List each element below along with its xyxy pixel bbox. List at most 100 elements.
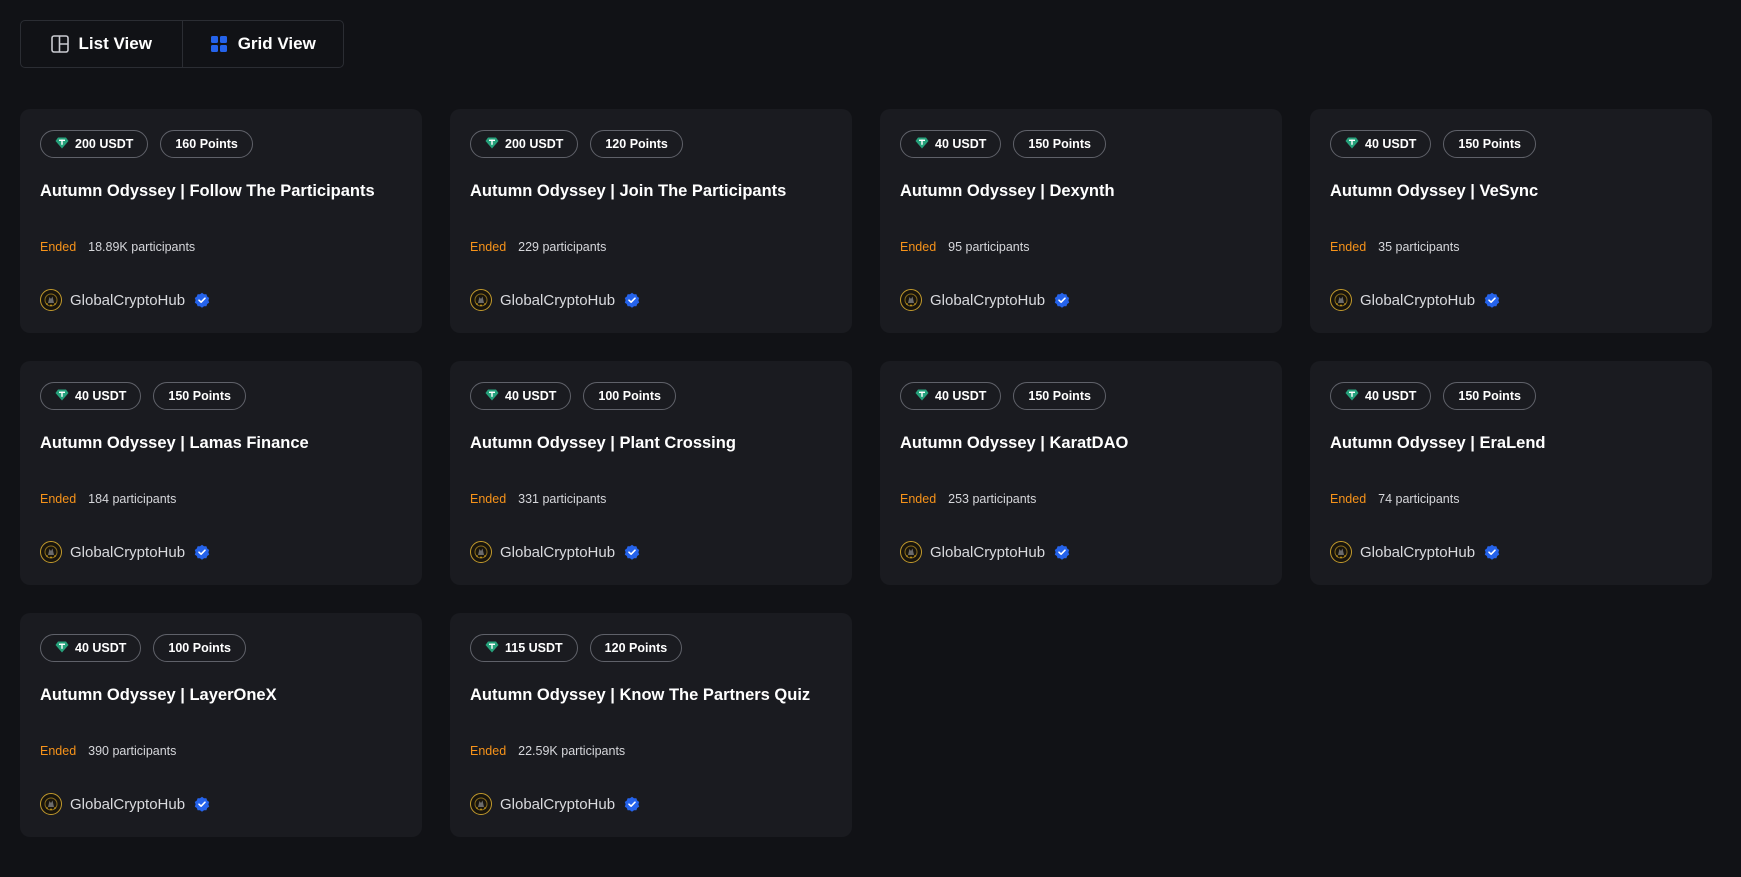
campaign-card[interactable]: 40 USDT 150 Points Autumn Odyssey | Lama… — [20, 361, 422, 585]
verified-badge-icon — [623, 544, 640, 560]
campaign-card[interactable]: 40 USDT 150 Points Autumn Odyssey | Dexy… — [880, 109, 1282, 333]
campaign-card[interactable]: 40 USDT 100 Points Autumn Odyssey | Plan… — [450, 361, 852, 585]
reward-badge: 200 USDT — [40, 130, 149, 158]
org-name: GlobalCryptoHub — [930, 543, 1046, 561]
campaign-title: Autumn Odyssey | Join The Participants — [470, 182, 787, 200]
org-name: GlobalCryptoHub — [930, 291, 1046, 309]
campaign-card[interactable]: 40 USDT 150 Points Autumn Odyssey | EraL… — [1310, 361, 1712, 585]
org-avatar — [470, 289, 492, 311]
campaign-grid: 200 USDT 160 Points Autumn Odyssey | Fol… — [20, 109, 1714, 837]
campaign-title: Autumn Odyssey | Plant Crossing — [470, 434, 736, 452]
org-name: GlobalCryptoHub — [1360, 291, 1476, 309]
list-view-button[interactable]: List View — [21, 21, 182, 67]
campaign-meta: Ended 331 participants — [470, 492, 606, 506]
card-badges: 40 USDT 150 Points — [900, 382, 1262, 410]
card-badges: 40 USDT 100 Points — [40, 634, 402, 662]
points-badge: 120 Points — [590, 130, 683, 158]
reward-amount: 40 USDT — [505, 389, 557, 403]
usdt-icon — [1345, 137, 1359, 152]
grid-view-button[interactable]: Grid View — [181, 21, 344, 67]
status-label: Ended — [470, 744, 507, 758]
usdt-icon — [55, 641, 69, 656]
points-badge: 150 Points — [1013, 382, 1106, 410]
campaign-title: Autumn Odyssey | Follow The Participants — [40, 182, 375, 200]
organizer[interactable]: GlobalCryptoHub — [900, 541, 1070, 563]
organizer[interactable]: GlobalCryptoHub — [40, 793, 210, 815]
campaign-meta: Ended 22.59K participants — [470, 744, 625, 758]
campaign-card[interactable]: 200 USDT 160 Points Autumn Odyssey | Fol… — [20, 109, 422, 333]
org-name: GlobalCryptoHub — [500, 543, 616, 561]
status-label: Ended — [470, 240, 507, 254]
participant-count: 253 participants — [948, 492, 1037, 506]
verified-badge-icon — [193, 292, 210, 308]
card-badges: 40 USDT 150 Points — [40, 382, 402, 410]
reward-badge: 200 USDT — [470, 130, 579, 158]
campaign-title: Autumn Odyssey | Dexynth — [900, 182, 1115, 200]
campaign-title: Autumn Odyssey | KaratDAO — [900, 434, 1129, 452]
verified-badge-icon — [1053, 544, 1070, 560]
organizer[interactable]: GlobalCryptoHub — [470, 289, 640, 311]
participant-count: 95 participants — [948, 240, 1030, 254]
reward-badge: 40 USDT — [1330, 382, 1432, 410]
org-avatar — [900, 289, 922, 311]
reward-badge: 40 USDT — [900, 130, 1002, 158]
org-name: GlobalCryptoHub — [70, 291, 186, 309]
campaign-title: Autumn Odyssey | VeSync — [1330, 182, 1539, 200]
reward-amount: 40 USDT — [935, 137, 987, 151]
campaign-title: Autumn Odyssey | LayerOneX — [40, 686, 277, 704]
card-badges: 40 USDT 100 Points — [470, 382, 832, 410]
org-avatar — [40, 541, 62, 563]
organizer[interactable]: GlobalCryptoHub — [1330, 289, 1500, 311]
organizer[interactable]: GlobalCryptoHub — [470, 541, 640, 563]
status-label: Ended — [470, 492, 507, 506]
organizer[interactable]: GlobalCryptoHub — [900, 289, 1070, 311]
status-label: Ended — [1330, 240, 1367, 254]
verified-badge-icon — [1483, 544, 1500, 560]
org-avatar — [40, 289, 62, 311]
organizer[interactable]: GlobalCryptoHub — [1330, 541, 1500, 563]
usdt-icon — [915, 389, 929, 404]
campaign-card[interactable]: 40 USDT 100 Points Autumn Odyssey | Laye… — [20, 613, 422, 837]
reward-badge: 40 USDT — [40, 382, 142, 410]
status-label: Ended — [900, 492, 937, 506]
reward-amount: 200 USDT — [75, 137, 134, 151]
org-avatar — [470, 793, 492, 815]
organizer[interactable]: GlobalCryptoHub — [40, 289, 210, 311]
org-name: GlobalCryptoHub — [500, 291, 616, 309]
campaign-title: Autumn Odyssey | Know The Partners Quiz — [470, 686, 811, 704]
org-name: GlobalCryptoHub — [70, 543, 186, 561]
verified-badge-icon — [1053, 292, 1070, 308]
participant-count: 229 participants — [518, 240, 607, 254]
campaign-card[interactable]: 40 USDT 150 Points Autumn Odyssey | VeSy… — [1310, 109, 1712, 333]
participant-count: 18.89K participants — [88, 240, 196, 254]
reward-badge: 40 USDT — [1330, 130, 1432, 158]
org-avatar — [40, 793, 62, 815]
usdt-icon — [55, 137, 69, 152]
participant-count: 331 participants — [518, 492, 607, 506]
campaign-title: Autumn Odyssey | EraLend — [1330, 434, 1546, 452]
org-avatar — [900, 541, 922, 563]
campaign-card[interactable]: 200 USDT 120 Points Autumn Odyssey | Joi… — [450, 109, 852, 333]
organizer[interactable]: GlobalCryptoHub — [40, 541, 210, 563]
points-badge: 100 Points — [583, 382, 676, 410]
status-label: Ended — [40, 492, 77, 506]
card-badges: 200 USDT 120 Points — [470, 130, 832, 158]
verified-badge-icon — [193, 544, 210, 560]
participant-count: 35 participants — [1378, 240, 1460, 254]
campaign-card[interactable]: 115 USDT 120 Points Autumn Odyssey | Kno… — [450, 613, 852, 837]
card-badges: 200 USDT 160 Points — [40, 130, 402, 158]
org-avatar — [1330, 541, 1352, 563]
reward-amount: 40 USDT — [1365, 389, 1417, 403]
reward-amount: 200 USDT — [505, 137, 564, 151]
campaign-card[interactable]: 40 USDT 150 Points Autumn Odyssey | Kara… — [880, 361, 1282, 585]
participant-count: 390 participants — [88, 744, 177, 758]
reward-badge: 115 USDT — [470, 634, 578, 662]
usdt-icon — [485, 137, 499, 152]
reward-badge: 40 USDT — [900, 382, 1002, 410]
list-view-icon — [50, 35, 69, 53]
verified-badge-icon — [623, 796, 640, 812]
participant-count: 74 participants — [1378, 492, 1460, 506]
status-label: Ended — [40, 240, 77, 254]
org-name: GlobalCryptoHub — [500, 795, 616, 813]
organizer[interactable]: GlobalCryptoHub — [470, 793, 640, 815]
